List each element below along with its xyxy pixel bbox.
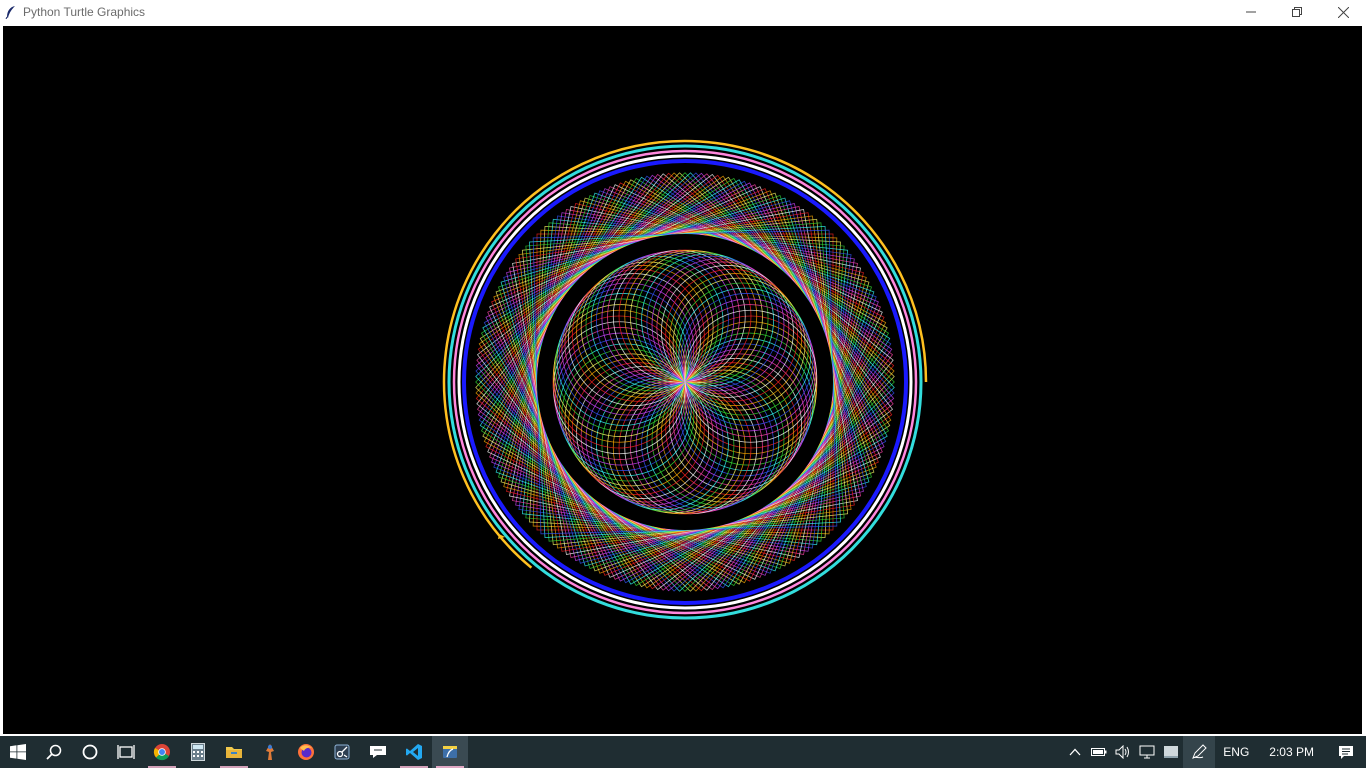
turtle-canvas[interactable] [3, 26, 1362, 734]
chevron-up-icon [1069, 748, 1081, 756]
python-button[interactable] [432, 736, 468, 768]
clock[interactable]: 2:03 PM [1257, 745, 1326, 759]
notification-icon [1339, 746, 1353, 759]
vscode-button[interactable] [396, 736, 432, 768]
chrome-icon [153, 744, 170, 761]
calculator-button[interactable] [180, 736, 216, 768]
pen-icon [1192, 744, 1207, 759]
spirograph-drawing [442, 139, 928, 620]
snipping-icon [334, 744, 350, 760]
show-hidden-icons-button[interactable] [1063, 736, 1087, 768]
rosette-circles-pattern [552, 249, 818, 515]
minimize-button[interactable] [1228, 0, 1274, 24]
paint-icon [266, 744, 274, 760]
window-title: Python Turtle Graphics [23, 5, 146, 19]
close-icon [1337, 6, 1349, 18]
paint-button[interactable] [252, 736, 288, 768]
feedback-icon [370, 746, 386, 758]
volume-button[interactable] [1111, 736, 1135, 768]
feather-icon [4, 5, 18, 19]
restore-button[interactable] [1274, 0, 1320, 24]
python-feather-icon [443, 746, 457, 758]
search-icon [46, 744, 62, 760]
window-controls [1228, 0, 1366, 24]
vscode-icon [406, 744, 422, 760]
task-view-button[interactable] [108, 736, 144, 768]
restore-icon [1292, 7, 1302, 17]
windows-logo-icon [10, 744, 26, 760]
network-button[interactable] [1135, 736, 1159, 768]
battery-icon [1091, 748, 1107, 756]
battery-button[interactable] [1087, 736, 1111, 768]
volume-icon [1115, 745, 1130, 759]
turtle-window: Python Turtle Graphics [0, 0, 1366, 736]
cortana-circle-icon [82, 744, 98, 760]
gold-arc [442, 139, 928, 569]
feedback-button[interactable] [360, 736, 396, 768]
file-explorer-button[interactable] [216, 736, 252, 768]
close-button[interactable] [1320, 0, 1366, 24]
firefox-button[interactable] [288, 736, 324, 768]
start-button[interactable] [0, 736, 36, 768]
calculator-icon [191, 743, 205, 761]
folder-icon [226, 747, 242, 758]
cortana-button[interactable] [72, 736, 108, 768]
pen-workspace-button[interactable] [1183, 736, 1216, 768]
action-center-button[interactable] [1326, 736, 1366, 768]
title-bar[interactable]: Python Turtle Graphics [0, 0, 1366, 24]
chrome-button[interactable] [144, 736, 180, 768]
taskbar: ENG 2:03 PM [0, 736, 1366, 768]
search-button[interactable] [36, 736, 72, 768]
language-indicator[interactable]: ENG [1215, 745, 1257, 759]
snipping-button[interactable] [324, 736, 360, 768]
display-button[interactable] [1159, 736, 1183, 768]
minimize-icon [1246, 11, 1256, 13]
display-icon [1164, 746, 1179, 758]
network-icon [1139, 745, 1155, 759]
firefox-icon [298, 744, 314, 760]
task-view-icon [117, 745, 135, 759]
